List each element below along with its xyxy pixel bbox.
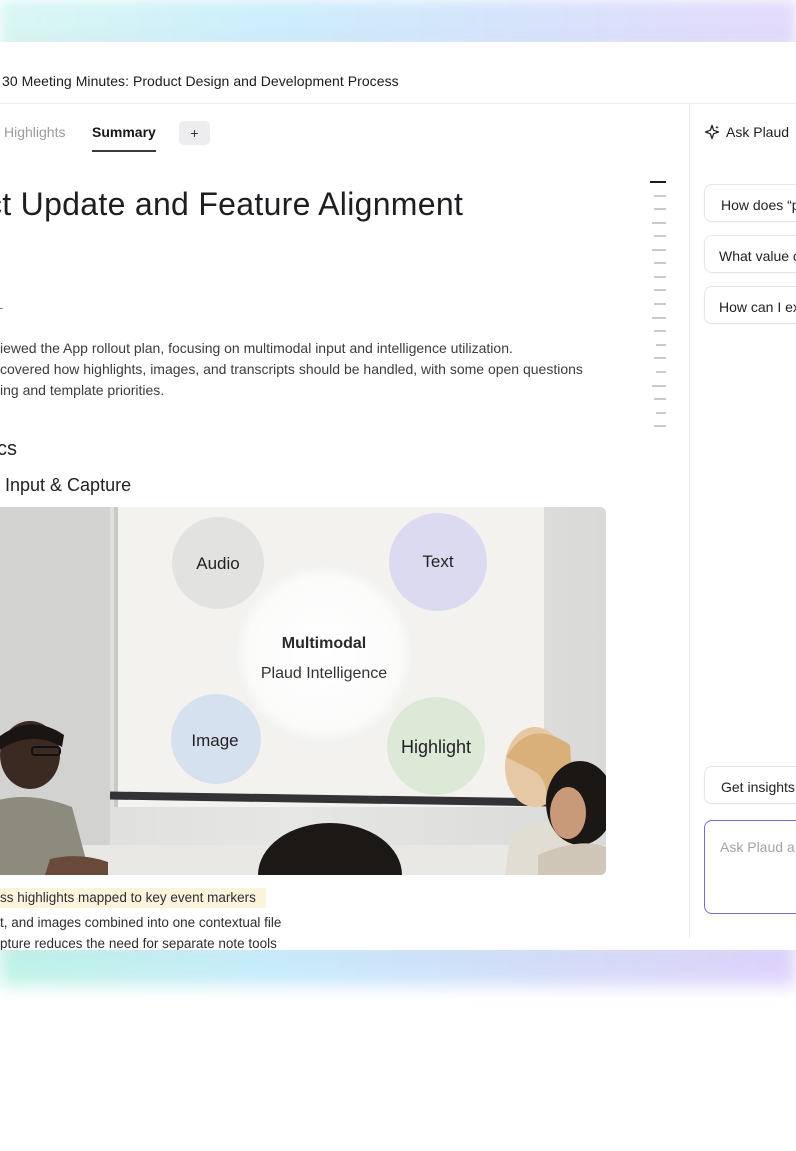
divider-mark (0, 308, 3, 309)
suggestion-chip[interactable]: How does “p (704, 184, 796, 222)
outline-marker[interactable] (652, 317, 666, 319)
outline-marker[interactable] (654, 330, 666, 332)
section-heading: cs (0, 438, 17, 460)
bullet-item: pture reduces the need for separate note… (0, 936, 277, 950)
outline-scrubber[interactable] (650, 181, 666, 441)
outline-marker[interactable] (654, 276, 666, 278)
meeting-photo-illustration: Audio Text Image Highlight Multimodal Pl… (0, 507, 606, 875)
document-title: 30 Meeting Minutes: Product Design and D… (2, 73, 399, 89)
meeting-photo: Audio Text Image Highlight Multimodal Pl… (0, 507, 606, 875)
tab-summary[interactable]: Summary (92, 124, 156, 140)
outline-marker[interactable] (654, 289, 666, 291)
text-label: Text (422, 552, 453, 571)
outline-marker[interactable] (654, 398, 666, 400)
bullet-item: t, and images combined into one contextu… (0, 915, 282, 930)
title-bar: 30 Meeting Minutes: Product Design and D… (0, 42, 796, 104)
center-subtitle: Plaud Intelligence (261, 665, 387, 682)
outline-marker[interactable] (654, 425, 666, 427)
summary-heading: ct Update and Feature Alignment (0, 186, 464, 222)
active-tab-indicator (92, 150, 156, 152)
summary-paragraph: iewed the App rollout plan, focusing on … (0, 338, 640, 401)
paragraph-line: ing and template priorities. (0, 382, 165, 398)
sparkle-icon (704, 124, 720, 140)
center-title: Multimodal (282, 635, 366, 652)
tab-highlights[interactable]: Highlights (4, 124, 65, 140)
ask-plaud-title: Ask Plaud (726, 124, 790, 140)
audio-label: Audio (196, 554, 239, 573)
add-tab-button[interactable]: + (179, 121, 210, 145)
highlighted-bullet[interactable]: ss highlights mapped to key event marker… (0, 888, 266, 908)
suggestion-chip[interactable]: What value c (704, 235, 796, 273)
outline-marker-active[interactable] (650, 181, 666, 183)
app-window: 30 Meeting Minutes: Product Design and D… (0, 42, 796, 950)
summary-pane: Highlights Summary + ct Update and Featu… (0, 104, 690, 950)
ask-plaud-header: Ask Plaud (704, 124, 789, 140)
outline-marker[interactable] (654, 357, 666, 359)
image-label: Image (191, 731, 238, 750)
get-insights-button[interactable]: Get insights (704, 766, 796, 804)
paragraph-line: iewed the App rollout plan, focusing on … (0, 340, 513, 356)
outline-marker[interactable] (652, 385, 666, 387)
outline-marker[interactable] (654, 303, 666, 305)
outline-marker[interactable] (656, 412, 666, 414)
multimodal-center-node (234, 564, 414, 744)
outline-marker[interactable] (654, 208, 666, 210)
highlight-label: Highlight (401, 737, 471, 757)
suggestion-chip[interactable]: How can I ex (704, 286, 796, 324)
outline-marker[interactable] (656, 344, 666, 346)
outline-marker[interactable] (656, 371, 666, 373)
outline-marker[interactable] (652, 249, 666, 251)
outline-marker[interactable] (654, 235, 666, 237)
outline-marker[interactable] (654, 262, 666, 264)
tab-bar: Highlights Summary + (0, 104, 690, 154)
outline-marker[interactable] (652, 222, 666, 224)
outline-marker[interactable] (654, 195, 666, 197)
top-glow (0, 0, 796, 46)
subsection-heading: l Input & Capture (0, 475, 132, 495)
paragraph-line: covered how highlights, images, and tran… (0, 361, 583, 377)
ask-plaud-panel: Ask Plaud How does “p What value c How c… (690, 104, 796, 950)
ask-plaud-input[interactable]: Ask Plaud a (704, 820, 796, 914)
